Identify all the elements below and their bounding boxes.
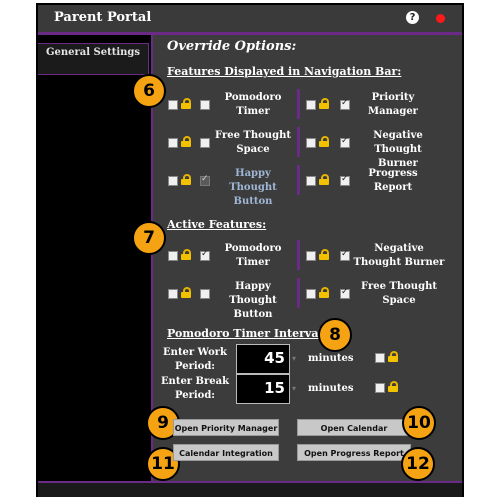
active-happythought-checkbox[interactable]: [168, 289, 178, 299]
main-panel: Override Options: Features Displayed in …: [132, 35, 462, 481]
spinner-arrow-icon[interactable]: ▾: [292, 384, 296, 393]
active-negthought-checkbox[interactable]: [306, 251, 316, 261]
callout-badge-6: 6: [132, 74, 166, 108]
callout-badge-7: 7: [132, 221, 166, 255]
lock-icon[interactable]: [181, 136, 191, 147]
work-period-label: Enter Work Period:: [163, 347, 227, 372]
active-negthought-toggle[interactable]: [340, 249, 350, 261]
active-pomodoro-checkbox[interactable]: [168, 251, 178, 261]
spinner-arrow-icon[interactable]: ▾: [292, 354, 296, 363]
break-period-label: Enter Break Period:: [160, 376, 230, 401]
active-negthought-label: Negative Thought Burner: [353, 243, 445, 268]
column-divider: [297, 89, 300, 119]
nav-negthought-toggle[interactable]: [340, 136, 350, 148]
column-divider: [297, 165, 300, 195]
title-bar: Parent Portal ?: [38, 5, 462, 32]
open-calendar-button[interactable]: Open Calendar: [297, 419, 411, 436]
lock-icon[interactable]: [181, 249, 191, 260]
lock-icon[interactable]: [181, 287, 191, 298]
active-happythought-label: Happy Thought Button: [229, 281, 277, 320]
work-period-checkbox[interactable]: [375, 353, 385, 363]
work-period-value: 45: [264, 349, 285, 367]
sidebar-item-general-settings[interactable]: General Settings: [38, 43, 149, 75]
active-freethought-label: Free Thought Space: [361, 281, 437, 306]
nav-pomodoro-toggle[interactable]: [200, 100, 210, 110]
nav-features-heading: Features Displayed in Navigation Bar:: [167, 65, 402, 78]
work-period-input[interactable]: 45 ▾: [236, 344, 296, 374]
nav-progress-toggle[interactable]: [340, 174, 350, 186]
nav-negthought-label: Negative Thought Burner: [373, 130, 423, 169]
nav-priority-checkbox[interactable]: [306, 100, 316, 110]
callout-badge-8: 8: [318, 318, 352, 352]
lock-icon[interactable]: [388, 351, 398, 362]
window-title: Parent Portal: [54, 10, 152, 25]
work-unit-label: minutes: [308, 353, 354, 364]
nav-pomodoro-label: Pomodoro Timer: [224, 92, 282, 117]
column-divider: [297, 240, 300, 270]
break-period-value: 15: [264, 379, 285, 397]
callout-badge-10: 10: [402, 406, 436, 440]
bottom-bar: [38, 481, 462, 497]
lock-icon[interactable]: [319, 136, 329, 147]
active-pomodoro-toggle[interactable]: [200, 249, 210, 261]
lock-icon[interactable]: [319, 287, 329, 298]
nav-progress-label: Progress Report: [368, 168, 418, 193]
nav-happythought-checkbox[interactable]: [168, 176, 178, 186]
active-pomodoro-label: Pomodoro Timer: [224, 243, 282, 268]
nav-happythought-toggle: [200, 174, 210, 186]
column-divider: [297, 127, 300, 157]
record-dot-icon: [436, 14, 445, 23]
override-heading: Override Options:: [167, 39, 297, 54]
open-progress-report-button[interactable]: Open Progress Report: [297, 444, 411, 461]
break-unit-label: minutes: [308, 383, 354, 394]
lock-icon[interactable]: [319, 174, 329, 185]
pomodoro-intervals-heading: Pomodoro Timer Intervals:: [167, 327, 333, 340]
nav-freethought-checkbox[interactable]: [168, 138, 178, 148]
break-period-input[interactable]: 15 ▾: [236, 374, 296, 404]
calendar-integration-button[interactable]: Calendar Integration: [173, 444, 279, 461]
nav-priority-label: Priority Manager: [368, 92, 418, 117]
break-period-checkbox[interactable]: [375, 383, 385, 393]
nav-happythought-label: Happy Thought Button: [229, 168, 277, 207]
nav-negthought-checkbox[interactable]: [306, 138, 316, 148]
lock-icon[interactable]: [388, 381, 398, 392]
lock-icon[interactable]: [181, 174, 191, 185]
nav-freethought-label: Free Thought Space: [215, 130, 291, 155]
nav-priority-toggle[interactable]: [340, 98, 350, 110]
lock-icon[interactable]: [319, 249, 329, 260]
callout-badge-12: 12: [401, 447, 435, 481]
nav-progress-checkbox[interactable]: [306, 176, 316, 186]
help-icon[interactable]: ?: [406, 11, 419, 24]
nav-freethought-toggle[interactable]: [200, 138, 210, 148]
active-freethought-toggle[interactable]: [340, 287, 350, 299]
nav-pomodoro-checkbox[interactable]: [168, 100, 178, 110]
column-divider: [297, 278, 300, 308]
active-happythought-toggle[interactable]: [200, 289, 210, 299]
lock-icon[interactable]: [181, 98, 191, 109]
active-features-heading: Active Features:: [167, 218, 267, 231]
open-priority-manager-button[interactable]: Open Priority Manager: [173, 419, 279, 436]
lock-icon[interactable]: [319, 98, 329, 109]
active-freethought-checkbox[interactable]: [306, 289, 316, 299]
